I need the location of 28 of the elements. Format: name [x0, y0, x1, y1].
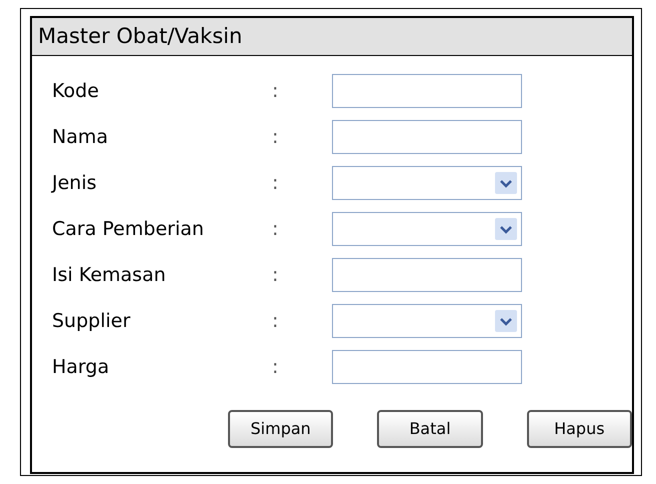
dropdown-field[interactable] [332, 166, 522, 200]
colon-separator: : [272, 78, 280, 104]
text-field[interactable] [332, 74, 522, 108]
text-field[interactable] [332, 120, 522, 154]
chevron-down-icon [495, 310, 517, 332]
text-field[interactable] [332, 258, 522, 292]
colon-separator: : [272, 308, 280, 334]
field-label: Cara Pemberian [51, 216, 205, 242]
field-label: Nama [51, 124, 110, 150]
dropdown-field[interactable] [332, 212, 522, 246]
window-title: Master Obat/Vaksin [32, 18, 632, 56]
colon-separator: : [272, 354, 280, 380]
field-label: Supplier [51, 308, 132, 334]
field-label: Isi Kemasan [51, 262, 167, 288]
chevron-down-icon [495, 218, 517, 240]
form-button[interactable]: Hapus [526, 410, 632, 448]
field-label: Harga [51, 354, 110, 380]
form-button[interactable]: Simpan [228, 410, 334, 448]
text-field[interactable] [332, 350, 522, 384]
field-label: Jenis [50, 170, 98, 196]
colon-separator: : [272, 124, 280, 150]
form-button[interactable]: Batal [377, 410, 483, 448]
dropdown-field[interactable] [332, 304, 522, 338]
chevron-down-icon [495, 172, 517, 194]
colon-separator: : [272, 216, 280, 242]
colon-separator: : [272, 262, 280, 288]
colon-separator: : [272, 170, 280, 196]
field-label: Kode [51, 78, 100, 104]
